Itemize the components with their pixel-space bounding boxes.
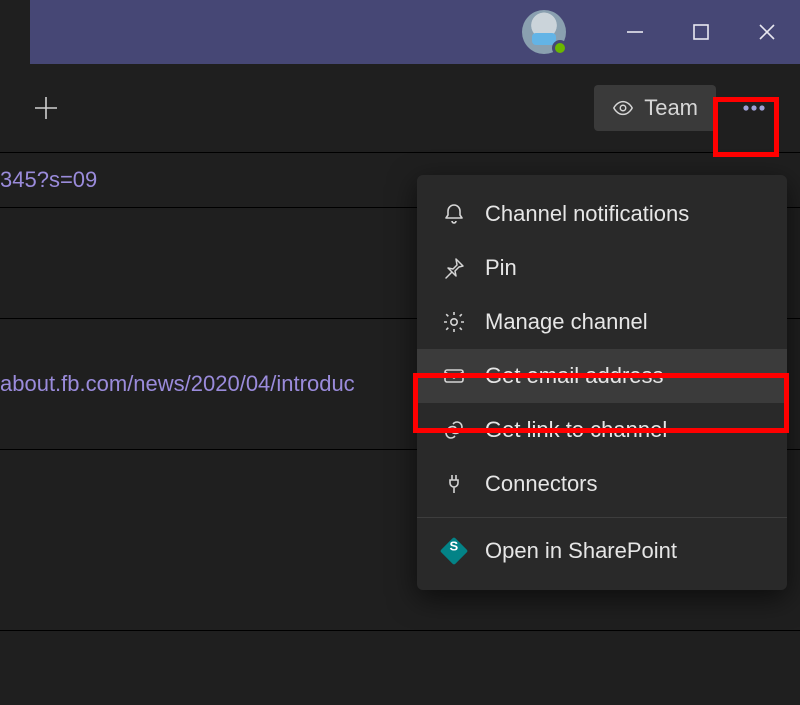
menu-item-label: Channel notifications	[485, 201, 689, 227]
message-link[interactable]: 345?s=09	[0, 167, 97, 193]
pin-icon	[441, 255, 467, 281]
menu-item-manage-channel[interactable]: Manage channel	[417, 295, 787, 349]
title-bar	[0, 0, 800, 64]
menu-item-get-link-to-channel[interactable]: Get link to channel	[417, 403, 787, 457]
menu-item-connectors[interactable]: Connectors	[417, 457, 787, 511]
close-icon	[758, 23, 776, 41]
window-minimize-button[interactable]	[602, 0, 668, 64]
maximize-icon	[693, 24, 709, 40]
gear-icon	[441, 309, 467, 335]
menu-item-label: Manage channel	[485, 309, 648, 335]
menu-item-label: Get email address	[485, 363, 664, 389]
channel-toolbar: Team	[0, 64, 800, 152]
minimize-icon	[626, 23, 644, 41]
sharepoint-icon: S	[441, 538, 467, 564]
eye-icon	[612, 97, 634, 119]
menu-item-channel-notifications[interactable]: Channel notifications	[417, 187, 787, 241]
more-horizontal-icon	[739, 93, 769, 123]
message-link[interactable]: about.fb.com/news/2020/04/introduc	[0, 371, 355, 397]
window-maximize-button[interactable]	[668, 0, 734, 64]
menu-separator	[417, 517, 787, 518]
bell-icon	[441, 201, 467, 227]
menu-item-pin[interactable]: Pin	[417, 241, 787, 295]
menu-item-label: Pin	[485, 255, 517, 281]
add-tab-button[interactable]	[24, 86, 68, 130]
window-close-button[interactable]	[734, 0, 800, 64]
plug-icon	[441, 471, 467, 497]
link-icon	[441, 417, 467, 443]
menu-item-label: Connectors	[485, 471, 598, 497]
menu-item-open-in-sharepoint[interactable]: S Open in SharePoint	[417, 524, 787, 578]
user-avatar[interactable]	[522, 10, 566, 54]
team-visibility-button[interactable]: Team	[594, 85, 716, 131]
menu-item-label: Get link to channel	[485, 417, 667, 443]
menu-item-get-email-address[interactable]: Get email address	[417, 349, 787, 403]
more-options-button[interactable]	[728, 82, 780, 134]
message-row[interactable]	[0, 630, 800, 640]
mail-icon	[441, 363, 467, 389]
plus-icon	[32, 94, 60, 122]
menu-item-label: Open in SharePoint	[485, 538, 677, 564]
presence-available-icon	[552, 40, 568, 56]
channel-options-menu: Channel notifications Pin Manage channel…	[417, 175, 787, 590]
sidebar-edge	[0, 0, 30, 64]
team-visibility-label: Team	[644, 95, 698, 121]
